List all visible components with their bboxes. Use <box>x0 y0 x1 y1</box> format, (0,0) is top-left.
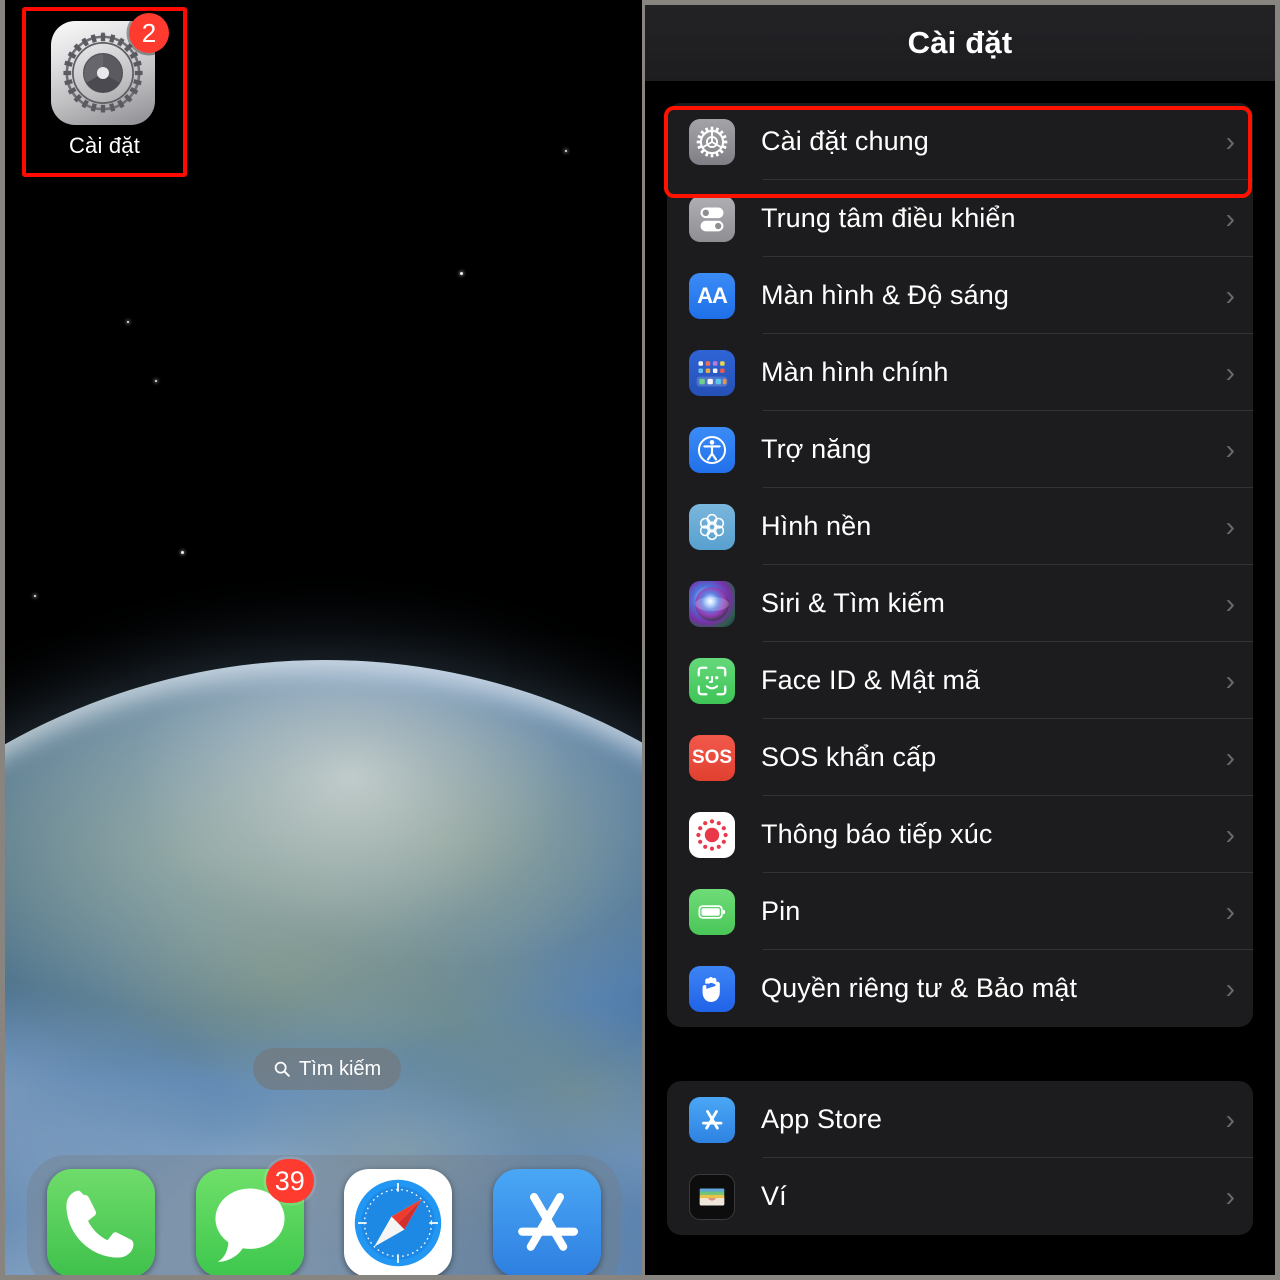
settings-row-general[interactable]: Cài đặt chung › <box>667 103 1253 180</box>
dock-app-safari[interactable] <box>344 1169 453 1275</box>
phone-icon <box>66 1190 134 1258</box>
chevron-right-icon: › <box>1225 356 1235 388</box>
chevron-right-icon: › <box>1225 741 1235 773</box>
chevron-right-icon: › <box>1225 818 1235 850</box>
settings-row-label: Face ID & Mật mã <box>761 665 981 695</box>
chevron-right-icon: › <box>1225 433 1235 465</box>
chevron-right-icon: › <box>1225 125 1235 157</box>
star <box>181 551 184 554</box>
chevron-right-icon: › <box>1225 1180 1235 1212</box>
settings-row-display-brightness[interactable]: AA Màn hình & Độ sáng › <box>667 257 1253 334</box>
app-store-icon <box>517 1193 578 1251</box>
app-store-icon <box>689 1096 735 1143</box>
star <box>565 150 567 152</box>
dock-app-messages[interactable]: 39 <box>195 1159 314 1275</box>
settings-row-control-center[interactable]: Trung tâm điều khiển › <box>667 180 1253 257</box>
settings-row-exposure-notifications[interactable]: Thông báo tiếp xúc › <box>667 796 1253 873</box>
chevron-right-icon: › <box>1225 587 1235 619</box>
gear-icon <box>689 118 735 165</box>
face-id-icon <box>689 657 735 704</box>
settings-row-label: Ví <box>761 1181 787 1211</box>
home-app-settings[interactable]: 2 Cài đặt <box>22 7 187 177</box>
settings-row-label: Trung tâm điều khiển <box>761 203 1016 233</box>
wallet-icon <box>689 1173 735 1220</box>
settings-row-label: Cài đặt chung <box>761 126 929 156</box>
settings-row-label: App Store <box>761 1104 882 1134</box>
settings-group-main: Cài đặt chung › Trung tâm điều khiển › A… <box>667 103 1253 1027</box>
screenshot-canvas: 2 Cài đặt Tìm kiếm 39 Cài đặt Cài đặt ch… <box>0 0 1280 1280</box>
settings-row-label: Trợ năng <box>761 434 872 464</box>
chevron-right-icon: › <box>1225 1103 1235 1135</box>
privacy-hand-icon <box>689 965 735 1012</box>
settings-list: Cài đặt chung › Trung tâm điều khiển › A… <box>645 81 1275 1235</box>
search-button[interactable]: Tìm kiếm <box>253 1048 402 1090</box>
settings-row-emergency-sos[interactable]: SOS SOS khẩn cấp › <box>667 719 1253 796</box>
home-screen-icon <box>689 349 735 396</box>
settings-row-label: Màn hình & Độ sáng <box>761 280 1009 310</box>
settings-row-label: Hình nền <box>761 511 872 541</box>
aa-glyph: AA <box>697 282 728 308</box>
chevron-right-icon: › <box>1225 202 1235 234</box>
home-app-label: Cài đặt <box>68 133 141 158</box>
chevron-right-icon: › <box>1225 279 1235 311</box>
exposure-notification-icon <box>689 811 735 858</box>
settings-group-store: App Store › Ví › <box>667 1081 1253 1235</box>
settings-row-wallet[interactable]: Ví › <box>667 1158 1253 1235</box>
settings-row-label: Siri & Tìm kiếm <box>761 588 946 618</box>
settings-panel: Cài đặt Cài đặt chung › Trung tâm điều k… <box>645 5 1275 1275</box>
dock-app-phone[interactable] <box>47 1169 156 1275</box>
search-icon <box>274 1061 290 1077</box>
dock-badge-messages: 39 <box>265 1159 314 1203</box>
settings-row-label: Pin <box>761 896 801 926</box>
settings-row-wallpaper[interactable]: Hình nền › <box>667 488 1253 565</box>
star <box>460 272 463 275</box>
chevron-right-icon: › <box>1225 664 1235 696</box>
chevron-right-icon: › <box>1225 895 1235 927</box>
app-badge-count: 2 <box>129 13 169 53</box>
accessibility-icon <box>689 426 735 473</box>
settings-nav-bar: Cài đặt <box>645 5 1275 81</box>
settings-row-app-store[interactable]: App Store › <box>667 1081 1253 1158</box>
siri-icon <box>689 580 735 627</box>
chevron-right-icon: › <box>1225 972 1235 1004</box>
control-center-icon <box>689 195 735 242</box>
display-brightness-icon: AA <box>689 272 735 319</box>
wallpaper-icon <box>689 503 735 550</box>
settings-row-label: Màn hình chính <box>761 357 949 387</box>
sos-icon: SOS <box>689 734 735 781</box>
settings-row-label: Quyền riêng tư & Bảo mật <box>761 973 1078 1003</box>
search-button-label: Tìm kiếm <box>299 1057 382 1080</box>
page-title: Cài đặt <box>907 25 1013 60</box>
settings-row-accessibility[interactable]: Trợ năng › <box>667 411 1253 488</box>
settings-row-label: SOS khẩn cấp <box>761 742 937 772</box>
battery-icon <box>689 888 735 935</box>
dock: 39 <box>27 1155 621 1275</box>
home-screen-panel: 2 Cài đặt Tìm kiếm 39 <box>5 0 642 1275</box>
settings-row-label: Thông báo tiếp xúc <box>761 819 993 849</box>
chevron-right-icon: › <box>1225 510 1235 542</box>
settings-row-privacy-security[interactable]: Quyền riêng tư & Bảo mật › <box>667 950 1253 1027</box>
star <box>34 595 36 597</box>
settings-row-face-id[interactable]: Face ID & Mật mã › <box>667 642 1253 719</box>
star <box>155 380 157 382</box>
settings-row-battery[interactable]: Pin › <box>667 873 1253 950</box>
safari-compass-icon <box>355 1179 442 1267</box>
settings-row-siri-search[interactable]: Siri & Tìm kiếm › <box>667 565 1253 642</box>
star <box>127 321 129 323</box>
settings-row-home-screen[interactable]: Màn hình chính › <box>667 334 1253 411</box>
sos-glyph: SOS <box>691 746 733 768</box>
dock-app-appstore[interactable] <box>492 1169 601 1275</box>
